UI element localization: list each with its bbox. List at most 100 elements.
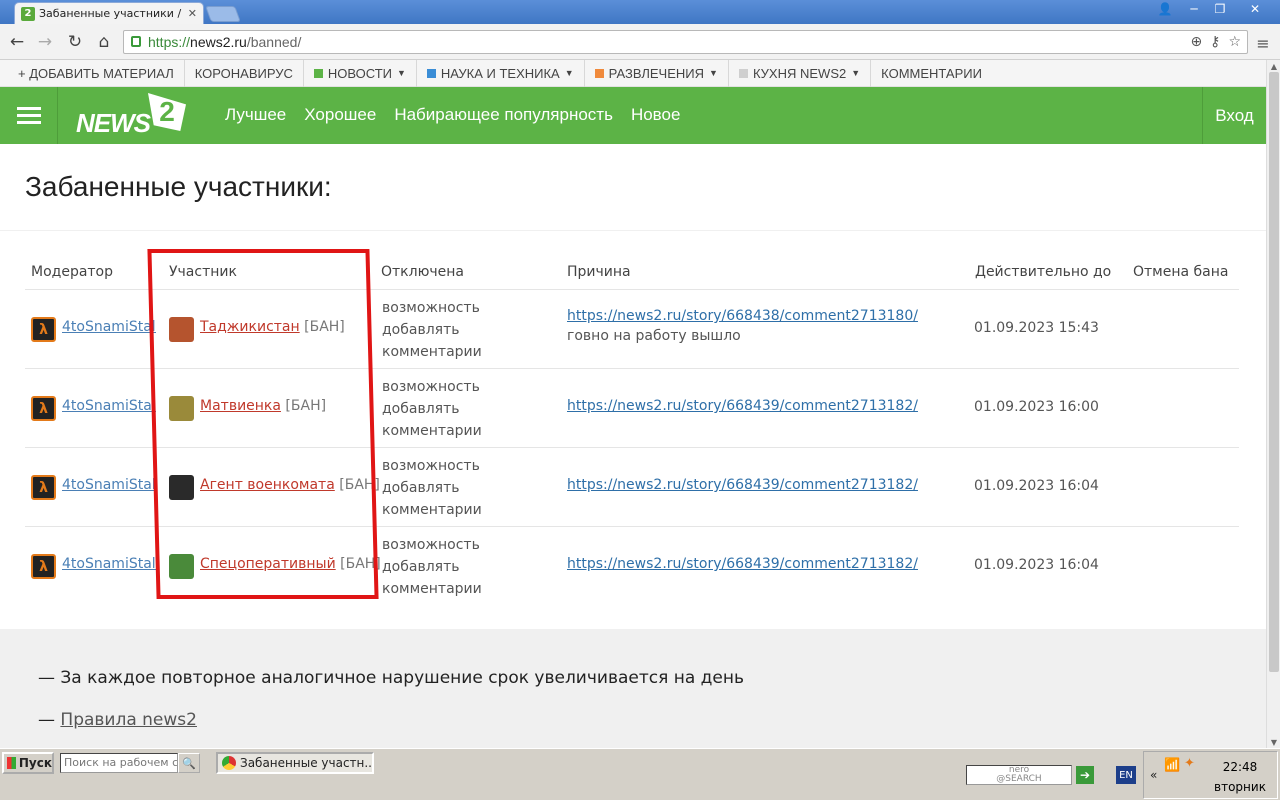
user-link[interactable]: Матвиенка — [200, 398, 281, 414]
network-icon[interactable]: 📶 — [1164, 758, 1180, 773]
header-moderator: Модератор — [31, 264, 114, 280]
disabled-feature: возможность добавлять комментарии — [382, 458, 482, 518]
browser-tab[interactable]: 2 Забаненные участники / news2 ✕ — [14, 2, 204, 24]
tray-expand-icon[interactable]: « — [1150, 768, 1157, 782]
reason-link[interactable]: https://news2.ru/story/668439/comment271… — [567, 556, 918, 572]
category-label: НАУКА И ТЕХНИКА — [440, 65, 560, 81]
search-icon[interactable]: 🔍 — [178, 753, 200, 773]
rules-link[interactable]: Правила news2 — [60, 710, 197, 730]
user-avatar[interactable] — [169, 317, 194, 342]
moderator-link[interactable]: 4toSnamiStalo — [62, 556, 156, 572]
disabled-feature: возможность добавлять комментарии — [382, 300, 482, 360]
user-cell: Матвиенка [БАН] — [200, 398, 326, 414]
news2-logo[interactable]: NEWS 2 — [76, 93, 188, 138]
reason-cell: https://news2.ru/story/668438/comment271… — [567, 308, 918, 344]
moderator-link[interactable]: 4toSnamiStalo — [62, 398, 156, 414]
scroll-up-icon[interactable]: ▲ — [1267, 60, 1280, 72]
login-button[interactable]: Вход — [1202, 87, 1266, 144]
notes: — За каждое повторное аналогичное наруше… — [38, 668, 744, 752]
chrome-menu-icon[interactable]: ≡ — [1253, 33, 1273, 53]
reason-link[interactable]: https://news2.ru/story/668439/comment271… — [567, 477, 918, 493]
tray-app-icon[interactable]: ✦ — [1184, 756, 1195, 771]
table-row: λ 4toSnamiStalo Матвиенка [БАН] возможность… — [25, 368, 1239, 447]
reason-text: говно на работу вышло — [567, 328, 741, 344]
user-avatar[interactable] — [169, 475, 194, 500]
hamburger-menu-icon[interactable] — [0, 87, 58, 144]
chrome-icon — [222, 756, 236, 770]
category-label: КОРОНАВИРУС — [194, 65, 293, 81]
chevron-down-icon: ▼ — [851, 68, 861, 78]
header-nav-item[interactable]: Лучшее — [225, 105, 286, 125]
user-cell: Спецоперативный [БАН] — [200, 556, 381, 572]
user-cell: Агент военкомата [БАН] — [200, 477, 380, 493]
user-link[interactable]: Спецоперативный — [200, 556, 336, 572]
table-row: λ 4toSnamiStalo Таджикистан [БАН] возможнос… — [25, 289, 1239, 368]
user-link[interactable]: Агент военкомата — [200, 477, 335, 493]
category-item[interactable]: РАЗВЛЕЧЕНИЯ ▼ — [585, 59, 729, 87]
go-arrow-icon[interactable]: ➔ — [1076, 766, 1094, 784]
close-window-button[interactable]: ✕ — [1233, 0, 1277, 18]
new-tab-button[interactable] — [205, 6, 241, 22]
moderator-avatar[interactable]: λ — [31, 475, 56, 500]
moderator-avatar[interactable]: λ — [31, 396, 56, 421]
windows-logo-icon — [7, 757, 16, 769]
forward-arrow-icon[interactable]: → — [34, 32, 56, 52]
zoom-icon[interactable]: ⊕ — [1190, 34, 1202, 50]
category-item[interactable]: НАУКА И ТЕХНИКА ▼ — [417, 59, 585, 87]
reason-cell: https://news2.ru/story/668439/comment271… — [567, 398, 918, 414]
header-nav-item[interactable]: Набирающее популярность — [394, 105, 613, 125]
ban-until: 01.09.2023 16:04 — [974, 557, 1099, 573]
reason-link[interactable]: https://news2.ru/story/668438/comment271… — [567, 308, 918, 324]
scroll-thumb[interactable] — [1269, 72, 1279, 672]
table-row: λ 4toSnamiStalo Спецоперативный [БАН] возмо… — [25, 526, 1239, 605]
key-icon[interactable]: ⚷ — [1210, 34, 1220, 50]
maximize-button[interactable]: ❐ — [1207, 0, 1233, 18]
back-arrow-icon[interactable]: ← — [6, 32, 28, 52]
category-item[interactable]: КУХНЯ NEWS2 ▼ — [729, 59, 872, 87]
header-nav-item[interactable]: Новое — [631, 105, 680, 125]
category-color-icon — [594, 68, 604, 78]
header-until: Действительно до — [975, 264, 1112, 280]
reload-icon[interactable]: ↻ — [64, 32, 86, 52]
moderator-avatar[interactable]: λ — [31, 554, 56, 579]
desktop-search-input[interactable]: Поиск на рабочем столе — [60, 753, 178, 773]
start-button[interactable]: Пуск — [2, 752, 54, 774]
address-bar[interactable]: https://news2.ru/banned/ ⊕ ⚷ ☆ — [123, 30, 1248, 54]
disabled-feature: возможность добавлять комментарии — [382, 537, 482, 597]
category-bar: + ДОБАВИТЬ МАТЕРИАЛ КОРОНАВИРУС НОВОСТИ ▼ НА… — [0, 59, 1266, 87]
category-label: НОВОСТИ — [327, 65, 392, 81]
moderator-link[interactable]: 4toSnamiStalo — [62, 319, 156, 335]
page-title: Забаненные участники: — [25, 171, 332, 202]
home-icon[interactable]: ⌂ — [93, 32, 115, 52]
scroll-down-icon[interactable]: ▼ — [1267, 736, 1280, 748]
window-titlebar: 2 Забаненные участники / news2 ✕ 👤 ─ ❐ ✕ — [0, 0, 1280, 24]
user-link[interactable]: Таджикистан — [200, 319, 300, 335]
language-indicator[interactable]: EN — [1116, 766, 1136, 784]
vertical-scrollbar[interactable]: ▲ ▼ — [1266, 60, 1280, 748]
chevron-down-icon: ▼ — [396, 68, 406, 78]
ban-until: 01.09.2023 15:43 — [974, 320, 1099, 336]
taskbar-chrome-window[interactable]: Забаненные участн... — [216, 752, 374, 774]
title-block: Забаненные участники: — [0, 144, 1266, 230]
category-item[interactable]: + ДОБАВИТЬ МАТЕРИАЛ — [8, 59, 185, 87]
chevron-down-icon: ▼ — [709, 68, 718, 78]
category-item[interactable]: КОРОНАВИРУС — [185, 59, 304, 87]
close-tab-icon[interactable]: ✕ — [188, 7, 197, 20]
moderator-avatar[interactable]: λ — [31, 317, 56, 342]
moderator-link[interactable]: 4toSnamiStalo — [62, 477, 156, 493]
clock[interactable]: 22:48 вторник — [1210, 757, 1270, 797]
minimize-button[interactable]: ─ — [1181, 0, 1207, 18]
nero-search-box[interactable]: nero @SEARCH — [966, 765, 1072, 785]
header-nav-item[interactable]: Хорошее — [304, 105, 376, 125]
user-icon[interactable]: 👤 — [1152, 0, 1178, 18]
star-icon[interactable]: ☆ — [1228, 34, 1241, 50]
user-avatar[interactable] — [169, 554, 194, 579]
category-item[interactable]: КОММЕНТАРИИ — [871, 60, 992, 87]
category-item[interactable]: НОВОСТИ ▼ — [304, 59, 417, 87]
category-color-icon — [313, 68, 323, 78]
header-nav: Лучшее Хорошее Набирающее популярность Ново… — [225, 105, 680, 125]
table-row: λ 4toSnamiStalo Агент военкомата [БАН] возм… — [25, 447, 1239, 526]
reason-link[interactable]: https://news2.ru/story/668439/comment271… — [567, 398, 918, 414]
ban-tag: [БАН] — [340, 556, 381, 572]
user-avatar[interactable] — [169, 396, 194, 421]
